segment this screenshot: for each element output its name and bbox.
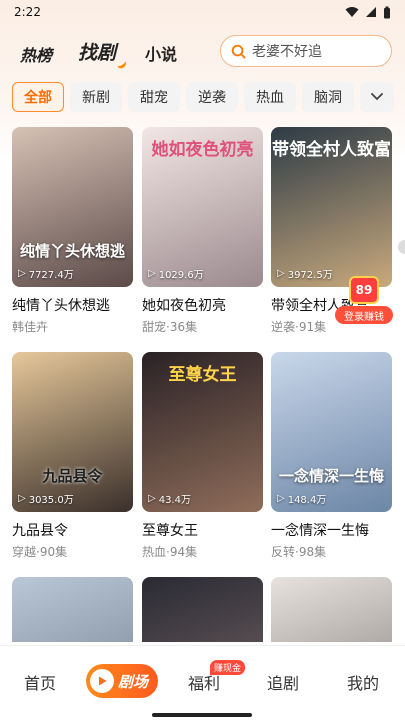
active-tab-indicator [116,59,128,71]
view-count: ▷ 3972.5万 [277,266,333,281]
drama-poster[interactable] [142,577,263,642]
play-icon: ▷ [277,268,285,279]
chip-action[interactable]: 热血 [244,82,296,112]
poster-title: 一念情深一生悔 [278,467,384,485]
drama-card[interactable]: 至尊女王 ▷ 43.4万 至尊女王 热血·94集 [142,352,263,560]
play-icon: ▷ [277,493,285,504]
nav-follow[interactable]: 追剧 [267,670,299,694]
chevron-down-icon [371,93,383,101]
poster-title: 纯情丫头休想逃 [19,242,125,260]
chip-comeback[interactable]: 逆袭 [186,82,238,112]
drama-card[interactable]: 纯情丫头休想逃 ▷ 7727.4万 纯情丫头休想逃 韩佳卉 [12,127,133,335]
welfare-badge: 赚现金 [210,660,246,675]
view-count-text: 7727.4万 [28,270,74,281]
category-chips: 全部 新剧 甜宠 逆袭 热血 脑洞 [12,82,357,114]
search-placeholder: 老婆不好追 [252,44,322,60]
drama-meta: 热血·94集 [142,545,198,559]
signal-icon [366,7,376,17]
drama-poster[interactable] [12,577,133,642]
drama-poster[interactable]: 至尊女王 ▷ 43.4万 [142,352,263,512]
nav-mine[interactable]: 我的 [347,670,379,694]
play-icon: ▷ [18,493,26,504]
drama-card[interactable] [271,577,392,642]
tab-hot-list[interactable]: 热榜 [20,42,52,66]
drama-card[interactable]: 她如夜色初亮 ▷ 1029.6万 她如夜色初亮 甜宠·36集 [142,127,263,335]
tab-novel[interactable]: 小说 [145,41,177,65]
top-header: 热榜 找剧 小说 老婆不好追 [0,32,405,72]
play-icon [90,669,114,693]
view-count-text: 43.4万 [158,495,191,506]
view-count-text: 1029.6万 [158,270,204,281]
drama-card[interactable] [12,577,133,642]
drama-title: 一念情深一生悔 [271,523,369,539]
chip-sweet[interactable]: 甜宠 [128,82,180,112]
drama-meta: 穿越·90集 [12,545,68,559]
drama-meta: 甜宠·36集 [142,320,198,334]
app-screen: 2:22 热榜 找剧 小说 老婆不好追 全部 新剧 甜宠 逆袭 热血 脑洞 纯情… [0,0,405,720]
bottom-navigation: 首页 剧场 福利 赚现金 追剧 我的 [0,645,405,720]
search-icon [231,44,246,59]
nav-theater-label: 剧场 [118,672,149,691]
poster-title: 至尊女王 [168,365,237,385]
nav-theater[interactable]: 剧场 [86,664,158,698]
play-icon: ▷ [148,493,156,504]
drama-poster[interactable]: 一念情深一生悔 ▷ 148.4万 [271,352,392,512]
drama-title: 纯情丫头休想逃 [12,298,110,314]
view-count: ▷ 7727.4万 [18,266,74,281]
play-icon: ▷ [148,268,156,279]
chip-new[interactable]: 新剧 [70,82,122,112]
view-count-text: 148.4万 [287,495,327,506]
view-count: ▷ 43.4万 [148,491,191,506]
drama-poster[interactable]: 纯情丫头休想逃 ▷ 7727.4万 [12,127,133,287]
search-box[interactable]: 老婆不好追 [220,35,392,67]
login-reward-widget[interactable]: 89 登录赚钱 [335,276,393,326]
view-count: ▷ 148.4万 [277,491,326,506]
drama-poster[interactable]: 她如夜色初亮 ▷ 1029.6万 [142,127,263,287]
drama-meta: 反转·98集 [271,545,327,559]
drama-poster[interactable] [271,577,392,642]
drama-card[interactable]: 九品县令 ▷ 3035.0万 九品县令 穿越·90集 [12,352,133,560]
home-indicator [152,713,252,717]
drama-grid: 纯情丫头休想逃 ▷ 7727.4万 纯情丫头休想逃 韩佳卉 她如夜色初亮 ▷ 102… [0,127,405,642]
chip-fantasy[interactable]: 脑洞 [302,82,354,112]
poster-title: 她如夜色初亮 [151,140,254,160]
poster-title: 带领全村人致富 [272,140,391,160]
wifi-icon [345,7,359,17]
drama-meta: 韩佳卉 [12,320,49,334]
view-count: ▷ 1029.6万 [148,266,204,281]
reward-label: 登录赚钱 [335,306,393,324]
drama-card[interactable] [142,577,263,642]
status-bar: 2:22 [0,0,405,24]
status-time: 2:22 [14,5,41,19]
expand-categories-button[interactable] [360,82,394,112]
drama-poster[interactable]: 带领全村人致富 ▷ 3972.5万 [271,127,392,287]
poster-title: 九品县令 [42,467,103,485]
battery-icon [384,6,390,18]
drama-title: 至尊女王 [142,523,198,539]
view-count-text: 3972.5万 [287,270,333,281]
tab-find-drama[interactable]: 找剧 [78,38,116,65]
chip-all[interactable]: 全部 [12,82,64,112]
view-count: ▷ 3035.0万 [18,491,74,506]
drama-poster[interactable]: 九品县令 ▷ 3035.0万 [12,352,133,512]
nav-home[interactable]: 首页 [24,670,56,694]
drama-title: 她如夜色初亮 [142,298,226,314]
play-icon: ▷ [18,268,26,279]
drama-title: 九品县令 [12,523,68,539]
reward-gift-icon: 89 [349,276,379,304]
drama-card[interactable]: 一念情深一生悔 ▷ 148.4万 一念情深一生悔 反转·98集 [271,352,392,560]
side-drawer-handle[interactable] [398,240,405,254]
status-icons [345,6,391,19]
view-count-text: 3035.0万 [28,495,74,506]
